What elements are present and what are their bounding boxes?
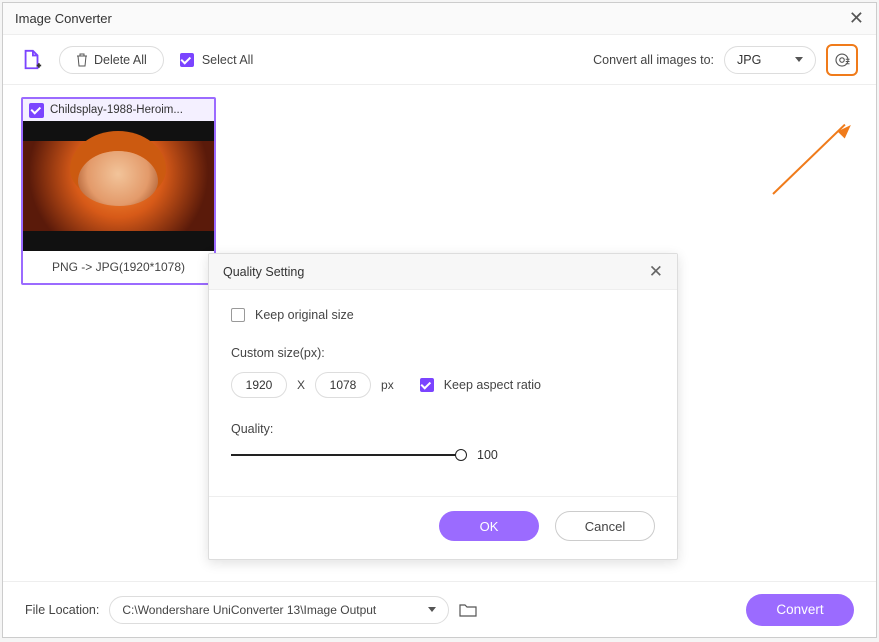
open-folder-icon[interactable]	[459, 602, 477, 617]
keep-original-row: Keep original size	[231, 308, 655, 322]
dialog-header: Quality Setting ✕	[209, 254, 677, 290]
convert-button[interactable]: Convert	[746, 594, 854, 626]
gear-icon	[833, 51, 851, 69]
thumbnail-header: Childsplay-1988-Heroim...	[23, 99, 214, 121]
dialog-close-icon[interactable]: ✕	[649, 262, 663, 282]
image-thumbnail[interactable]: Childsplay-1988-Heroim... PNG -> JPG(192…	[21, 97, 216, 285]
thumbnail-filename: Childsplay-1988-Heroim...	[50, 104, 183, 116]
px-unit: px	[381, 378, 394, 392]
output-format-select[interactable]: JPG	[724, 46, 816, 74]
keep-original-label: Keep original size	[255, 308, 354, 322]
delete-all-button[interactable]: Delete All	[59, 46, 164, 74]
thumbnail-image	[23, 121, 214, 251]
keep-aspect-ratio-checkbox[interactable]	[420, 378, 434, 392]
checkbox-icon	[180, 53, 194, 67]
footer: File Location: C:\Wondershare UniConvert…	[3, 581, 876, 637]
quality-label: Quality:	[231, 422, 655, 436]
quality-setting-dialog: Quality Setting ✕ Keep original size Cus…	[208, 253, 678, 560]
window-title: Image Converter	[15, 11, 112, 26]
custom-size-row: 1920 X 1078 px Keep aspect ratio	[231, 372, 655, 398]
annotation-arrow-head	[838, 121, 855, 138]
chevron-down-icon	[428, 607, 436, 612]
toolbar: Delete All Select All Convert all images…	[3, 35, 876, 85]
quality-slider-row: 100	[231, 448, 655, 462]
dialog-title: Quality Setting	[223, 265, 304, 279]
file-location-label: File Location:	[25, 603, 99, 617]
toolbar-right: Convert all images to: JPG	[593, 44, 858, 76]
delete-all-label: Delete All	[94, 53, 147, 67]
height-input[interactable]: 1078	[315, 372, 371, 398]
keep-original-size-checkbox[interactable]	[231, 308, 245, 322]
slider-knob-icon[interactable]	[455, 449, 467, 461]
file-location-path: C:\Wondershare UniConverter 13\Image Out…	[122, 603, 376, 617]
file-location-select[interactable]: C:\Wondershare UniConverter 13\Image Out…	[109, 596, 449, 624]
dimension-separator: X	[297, 378, 305, 392]
dialog-actions: OK Cancel	[209, 496, 677, 559]
width-input[interactable]: 1920	[231, 372, 287, 398]
quality-slider[interactable]	[231, 454, 461, 456]
chevron-down-icon	[795, 57, 803, 62]
thumbnail-caption: PNG -> JPG(1920*1078)	[23, 251, 214, 283]
quality-settings-button[interactable]	[826, 44, 858, 76]
convert-all-label: Convert all images to:	[593, 53, 714, 67]
cancel-button[interactable]: Cancel	[555, 511, 655, 541]
trash-icon	[76, 53, 88, 67]
thumbnail-checkbox[interactable]	[29, 103, 44, 118]
format-selected-value: JPG	[737, 53, 761, 67]
annotation-arrow	[772, 124, 845, 195]
select-all-checkbox[interactable]: Select All	[180, 53, 253, 67]
dialog-body: Keep original size Custom size(px): 1920…	[209, 290, 677, 496]
quality-value: 100	[477, 448, 498, 462]
titlebar: Image Converter ✕	[3, 3, 876, 35]
close-icon[interactable]: ✕	[849, 8, 864, 29]
content-area: Childsplay-1988-Heroim... PNG -> JPG(192…	[3, 85, 876, 581]
app-window: Image Converter ✕ Delete All Select All …	[2, 2, 877, 638]
add-file-icon[interactable]	[21, 49, 43, 71]
keep-aspect-label: Keep aspect ratio	[444, 378, 541, 392]
select-all-label: Select All	[202, 53, 253, 67]
custom-size-label: Custom size(px):	[231, 346, 655, 360]
ok-button[interactable]: OK	[439, 511, 539, 541]
